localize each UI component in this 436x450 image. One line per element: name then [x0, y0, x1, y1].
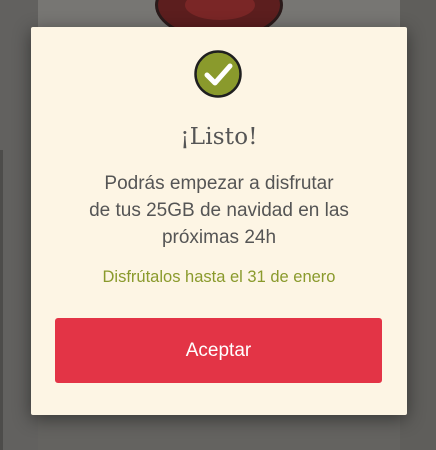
accept-button[interactable]: Aceptar [55, 318, 382, 383]
confirmation-dialog: ¡Listo! Podrás empezar a disfrutar de tu… [31, 27, 407, 415]
dialog-message: Podrás empezar a disfrutar de tus 25GB d… [61, 170, 377, 251]
expiry-note: Disfrútalos hasta el 31 de enero [102, 268, 336, 286]
background-divider [0, 150, 3, 450]
dialog-message-line: próximas 24h [161, 227, 277, 248]
dialog-title: ¡Listo! [180, 124, 258, 150]
dialog-message-line: Podrás empezar a disfrutar [104, 173, 334, 194]
check-circle-icon [194, 50, 242, 98]
dialog-message-line: de tus 25GB de navidad en las [89, 200, 349, 221]
